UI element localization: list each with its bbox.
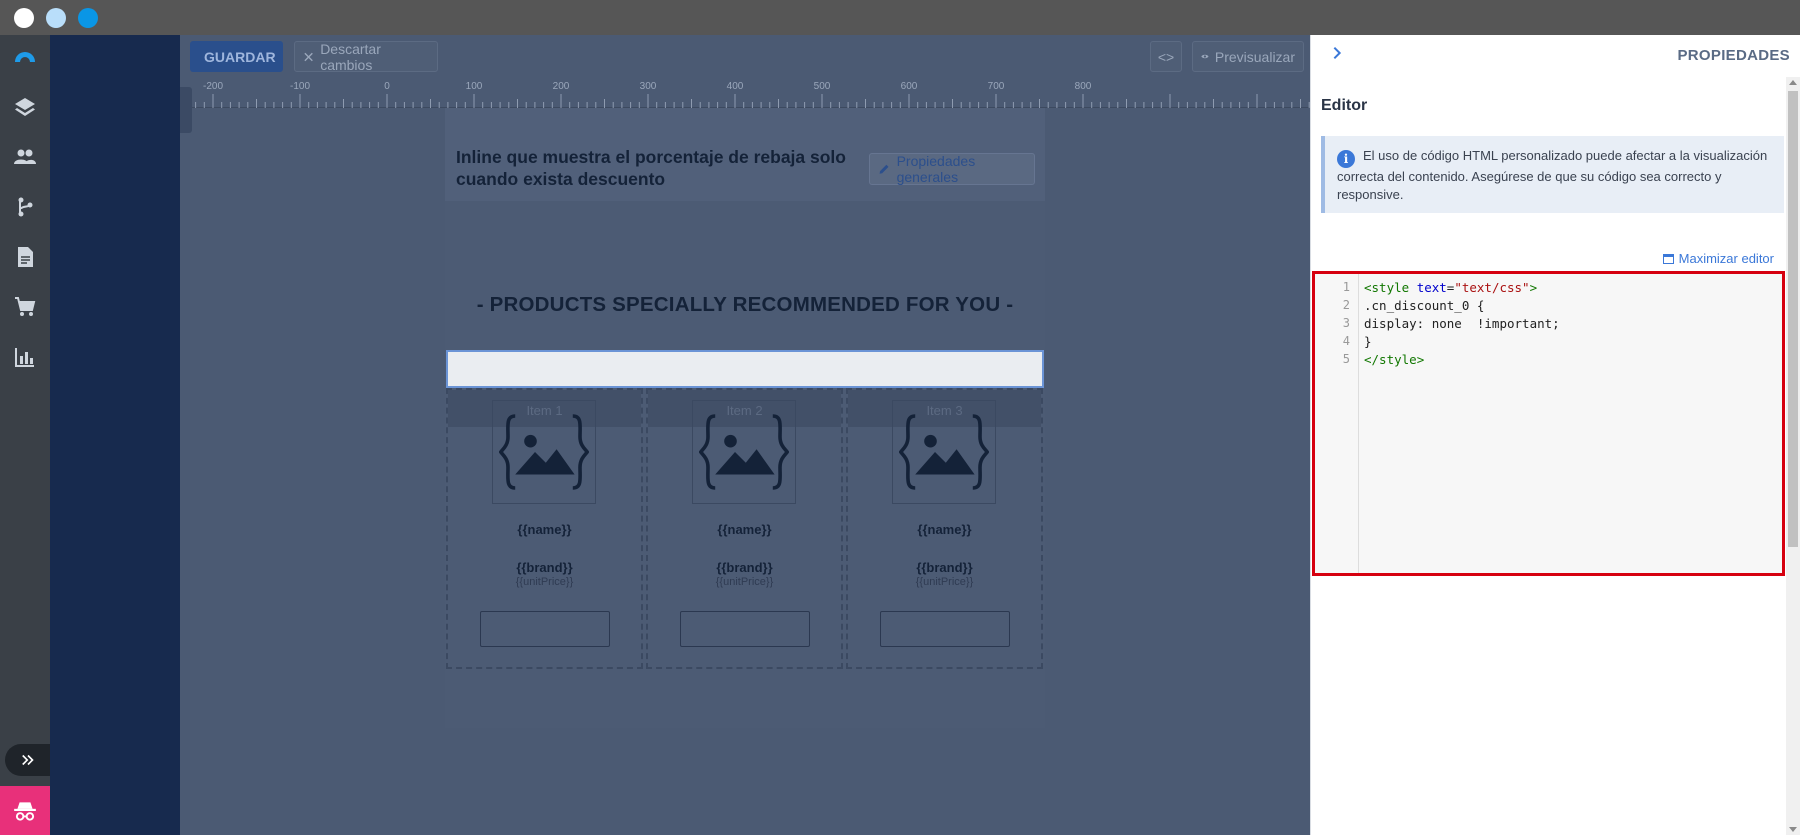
document-header: Inline que muestra el porcentaje de reba… (445, 108, 1045, 201)
editor-canvas: GUARDAR Descartar cambios <> Previsualiz… (180, 35, 1310, 835)
code-line: } (1364, 334, 1372, 349)
line-number: 5 (1342, 352, 1350, 366)
ruler-label: 500 (813, 81, 831, 92)
maximize-editor-button[interactable]: Maximizar editor (1662, 251, 1774, 266)
analytics-icon[interactable] (11, 343, 39, 371)
product-image-placeholder (892, 400, 996, 504)
discard-changes-button[interactable]: Descartar cambios (294, 40, 438, 73)
line-number: 4 (1342, 334, 1350, 348)
image-placeholder-icon (499, 414, 589, 490)
contacts-icon[interactable] (11, 143, 39, 171)
chevron-right-icon (1333, 46, 1342, 60)
ruler-label: 300 (639, 81, 657, 92)
collapse-panel-button[interactable] (1329, 45, 1349, 65)
pencil-icon (879, 164, 889, 174)
incognito-icon (14, 801, 36, 821)
scroll-up-arrow[interactable] (1789, 80, 1797, 85)
eye-icon (1201, 54, 1209, 59)
email-document: Inline que muestra el porcentaje de reba… (445, 108, 1045, 728)
ruler-label: 400 (726, 81, 744, 92)
line-number: 1 (1342, 280, 1350, 294)
secondary-sidebar (50, 35, 180, 835)
general-properties-label: Propiedades generales (896, 153, 976, 185)
ruler-label: -100 (289, 81, 311, 92)
product-image-placeholder (492, 400, 596, 504)
product-price: {{unitPrice}} (515, 576, 574, 588)
image-placeholder-icon (699, 414, 789, 490)
close-icon (304, 52, 313, 61)
ruler-label: -200 (202, 81, 224, 92)
discard-changes-label: Descartar cambios (320, 40, 381, 73)
product-item[interactable]: Item 1 {{name}} {{brand}} {{unitPrice}} (446, 388, 643, 669)
info-text: El uso de código HTML personalizado pued… (1337, 148, 1768, 202)
ruler-label: 100 (465, 81, 483, 92)
products-section-title: - PRODUCTS SPECIALLY RECOMMENDED FOR YOU… (476, 293, 1014, 316)
logo-icon[interactable] (11, 43, 39, 71)
panel-scrollbar[interactable] (1786, 77, 1800, 835)
line-number: 2 (1342, 298, 1350, 312)
product-name: {{name}} (917, 522, 972, 537)
ruler-label: 700 (987, 81, 1005, 92)
code-view-button[interactable]: <> (1150, 41, 1182, 72)
product-price: {{unitPrice}} (715, 576, 774, 588)
scrollbar-thumb[interactable] (1788, 91, 1798, 547)
flows-icon[interactable] (11, 193, 39, 221)
document-title: Inline que muestra el porcentaje de reba… (456, 147, 846, 189)
product-brand: {{brand}} (916, 560, 973, 575)
ruler-ticks (186, 94, 1310, 108)
selected-html-block[interactable] (446, 350, 1044, 388)
panel-title: PROPIEDADES (1677, 47, 1790, 64)
editor-heading: Editor (1321, 97, 1368, 114)
product-name: {{name}} (517, 522, 572, 537)
properties-panel: PROPIEDADES Editor i El uso de código HTM… (1310, 35, 1800, 835)
ruler-label: 0 (384, 81, 390, 92)
save-button-label: GUARDAR (204, 48, 276, 65)
code-line: </style> (1364, 352, 1425, 367)
horizontal-ruler: -200 -100 0 100 200 300 400 500 600 700 800 (180, 78, 1310, 108)
document-icon[interactable] (11, 243, 39, 271)
expand-rail-button[interactable] (5, 744, 50, 776)
window-maximize-button[interactable] (78, 8, 98, 28)
product-item[interactable]: Item 3 {{name}} {{brand}} {{unitPrice}} (846, 388, 1043, 669)
double-chevron-right-icon (21, 754, 34, 766)
scroll-down-arrow[interactable] (1789, 827, 1797, 832)
product-button[interactable] (680, 611, 810, 647)
ruler-label: 200 (552, 81, 570, 92)
preview-button[interactable]: Previsualizar (1192, 41, 1304, 72)
line-number-gutter: 1 2 3 4 5 (1315, 274, 1359, 573)
product-button[interactable] (880, 611, 1010, 647)
product-price: {{unitPrice}} (915, 576, 974, 588)
cart-icon[interactable] (11, 293, 39, 321)
window-titlebar (0, 0, 1800, 35)
html-code-editor[interactable]: 1 2 3 4 5 <style text="text/css"> .cn_di… (1312, 271, 1785, 576)
preview-label: Previsualizar (1214, 48, 1295, 65)
general-properties-button[interactable]: Propiedades generales (869, 153, 1035, 185)
info-alert: i El uso de código HTML personalizado pue… (1321, 136, 1784, 213)
save-button[interactable]: GUARDAR (190, 41, 283, 72)
product-name: {{name}} (717, 522, 772, 537)
product-brand: {{brand}} (716, 560, 773, 575)
incognito-button[interactable] (0, 786, 50, 835)
image-placeholder-icon (899, 414, 989, 490)
product-item[interactable]: Item 2 {{name}} {{brand}} {{unitPrice}} (646, 388, 843, 669)
product-image-placeholder (692, 400, 796, 504)
window-minimize-button[interactable] (46, 8, 66, 28)
layers-icon[interactable] (11, 93, 39, 121)
info-icon: i (1337, 150, 1355, 168)
code-line: .cn_discount_0 { (1364, 298, 1485, 313)
side-tab[interactable] (180, 87, 192, 133)
maximize-editor-label: Maximizar editor (1678, 251, 1774, 266)
product-button[interactable] (480, 611, 610, 647)
code-line: <style text="text/css"> (1364, 280, 1538, 295)
code-icon: <> (1157, 48, 1175, 65)
product-items: Item 1 {{name}} {{brand}} {{unitPrice}} (446, 388, 1044, 669)
window-close-button[interactable] (14, 8, 34, 28)
left-rail (0, 35, 50, 835)
line-number: 3 (1342, 316, 1350, 330)
ruler-label: 600 (900, 81, 918, 92)
maximize-icon (1662, 253, 1674, 264)
ruler-label: 800 (1074, 81, 1092, 92)
product-brand: {{brand}} (516, 560, 573, 575)
code-line: display: none !important; (1364, 316, 1560, 331)
